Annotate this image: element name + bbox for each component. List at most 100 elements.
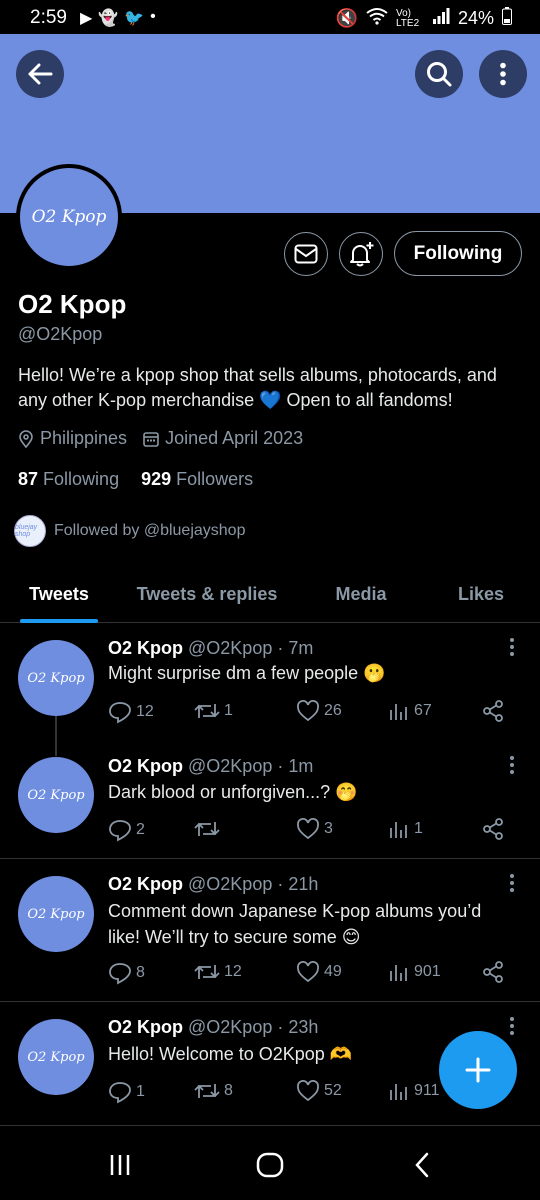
- reply-icon: [109, 963, 131, 985]
- retweet-button[interactable]: [194, 818, 224, 840]
- mail-icon: [294, 244, 318, 264]
- notification-icons: ▶ 👻 🐦 •: [80, 8, 156, 28]
- reply-button[interactable]: 12: [108, 700, 154, 724]
- views-button[interactable]: 67: [388, 700, 432, 722]
- tweet-header: O2 Kpop @O2Kpop · 23h: [108, 1017, 319, 1037]
- reply-button[interactable]: 1: [108, 1080, 145, 1104]
- notifications-button[interactable]: [339, 232, 383, 276]
- twitter-icon: 🐦: [124, 10, 145, 27]
- search-button[interactable]: [415, 50, 463, 98]
- search-icon: [427, 62, 452, 87]
- back-button[interactable]: [16, 50, 64, 98]
- share-button[interactable]: [482, 818, 504, 840]
- follower-avatar: bluejay shop: [14, 515, 46, 547]
- signal-icon: [432, 8, 450, 29]
- tweet-divider: [0, 858, 540, 859]
- battery-icon: [502, 7, 512, 30]
- retweet-button[interactable]: 8: [194, 1080, 233, 1102]
- views-button[interactable]: 1: [388, 818, 423, 840]
- share-button[interactable]: [482, 700, 504, 722]
- heart-icon: [297, 700, 319, 722]
- youtube-icon: ▶: [80, 10, 93, 27]
- more-options-button[interactable]: [479, 50, 527, 98]
- tweet-avatar[interactable]: O2 Kpop: [18, 757, 94, 833]
- share-icon: [483, 818, 503, 840]
- profile-avatar[interactable]: O2 Kpop: [16, 164, 122, 270]
- reply-icon: [109, 1082, 131, 1104]
- network-label: Vo) LTE2: [395, 7, 420, 29]
- tweet-more-icon[interactable]: [500, 871, 524, 895]
- followers-count-link[interactable]: 929 Followers: [141, 469, 253, 490]
- tweet-more-icon[interactable]: [500, 1014, 524, 1038]
- views-button[interactable]: 901: [388, 961, 441, 983]
- tweet-more-icon[interactable]: [500, 635, 524, 659]
- back-arrow-icon: [28, 63, 53, 85]
- tweet-text: Might surprise dm a few people 🫢: [108, 663, 386, 683]
- profile-bio: Hello! We’re a kpop shop that sells albu…: [18, 365, 497, 410]
- calendar-icon: [143, 431, 159, 447]
- like-button[interactable]: 49: [296, 961, 342, 983]
- profile-joined: Joined April 2023: [165, 428, 304, 448]
- retweet-button[interactable]: 1: [194, 700, 233, 722]
- recent-apps-button[interactable]: [100, 1150, 140, 1180]
- following-count-link[interactable]: 87 Following: [18, 469, 119, 490]
- profile-location: Philippines: [40, 428, 128, 448]
- followed-by-row[interactable]: bluejay shop Followed by @bluejayshop: [14, 515, 245, 547]
- recent-apps-icon: [110, 1155, 130, 1175]
- retweet-icon: [194, 965, 220, 979]
- message-button[interactable]: [284, 232, 328, 276]
- tweet-header: O2 Kpop @O2Kpop · 1m: [108, 756, 314, 776]
- back-nav-button[interactable]: [402, 1150, 442, 1180]
- views-icon: [390, 1084, 407, 1100]
- bell-plus-icon: [350, 242, 374, 267]
- tweet-actions: 8 12 49 901: [108, 961, 508, 985]
- status-bar: 2:59 ▶ 👻 🐦 • 🔇 Vo) LTE2 24%: [0, 0, 540, 34]
- heart-icon: [297, 961, 319, 983]
- tweet-divider: [0, 1001, 540, 1002]
- tweet-avatar[interactable]: O2 Kpop: [18, 876, 94, 952]
- share-icon: [483, 700, 503, 722]
- chevron-left-icon: [415, 1152, 429, 1178]
- tab-tweets[interactable]: Tweets: [0, 565, 118, 623]
- views-icon: [390, 822, 407, 838]
- retweet-icon: [194, 704, 220, 718]
- tab-likes[interactable]: Likes: [426, 565, 536, 623]
- home-icon: [256, 1152, 284, 1178]
- profile-handle: @O2Kpop: [18, 324, 103, 344]
- more-vertical-icon: [500, 62, 506, 86]
- tweet-text: Comment down Japanese K-pop albums you’d…: [108, 901, 482, 947]
- tweet-more-icon[interactable]: [500, 753, 524, 777]
- heart-icon: [297, 1080, 319, 1102]
- home-button[interactable]: [250, 1150, 290, 1180]
- location-pin-icon: [19, 429, 33, 448]
- status-right: 🔇 Vo) LTE2 24%: [336, 7, 512, 30]
- tweet-avatar[interactable]: O2 Kpop: [18, 1019, 94, 1095]
- reply-icon: [109, 702, 131, 724]
- avatar-logo-text: O2 Kpop: [31, 207, 107, 227]
- like-button[interactable]: 26: [296, 700, 342, 722]
- compose-tweet-button[interactable]: [439, 1031, 517, 1109]
- thread-connector: [55, 716, 57, 756]
- tab-tweets-replies[interactable]: Tweets & replies: [118, 565, 296, 623]
- retweet-button[interactable]: 12: [194, 961, 242, 983]
- battery-level: 24%: [457, 8, 494, 28]
- wifi-icon: [366, 7, 388, 30]
- tweet-text: Dark blood or unforgiven...? 🤭: [108, 782, 358, 802]
- reply-button[interactable]: 2: [108, 818, 145, 842]
- views-button[interactable]: 911: [388, 1080, 440, 1102]
- like-button[interactable]: 3: [296, 818, 333, 840]
- follow-counts: 87 Following 929 Followers: [18, 469, 253, 490]
- followed-by-text: Followed by @bluejayshop: [54, 522, 246, 539]
- views-icon: [390, 965, 407, 981]
- tweet-header: O2 Kpop @O2Kpop · 21h: [108, 874, 319, 894]
- following-button[interactable]: Following: [394, 231, 522, 276]
- profile-name: O2 Kpop: [18, 289, 127, 319]
- system-nav-bar: [0, 1126, 540, 1200]
- share-button[interactable]: [482, 961, 504, 983]
- tweet-avatar[interactable]: O2 Kpop: [18, 640, 94, 716]
- tweet-header: O2 Kpop @O2Kpop · 7m: [108, 638, 314, 658]
- mute-icon: 🔇: [335, 8, 358, 28]
- tab-media[interactable]: Media: [296, 565, 426, 623]
- reply-button[interactable]: 8: [108, 961, 145, 985]
- like-button[interactable]: 52: [296, 1080, 342, 1102]
